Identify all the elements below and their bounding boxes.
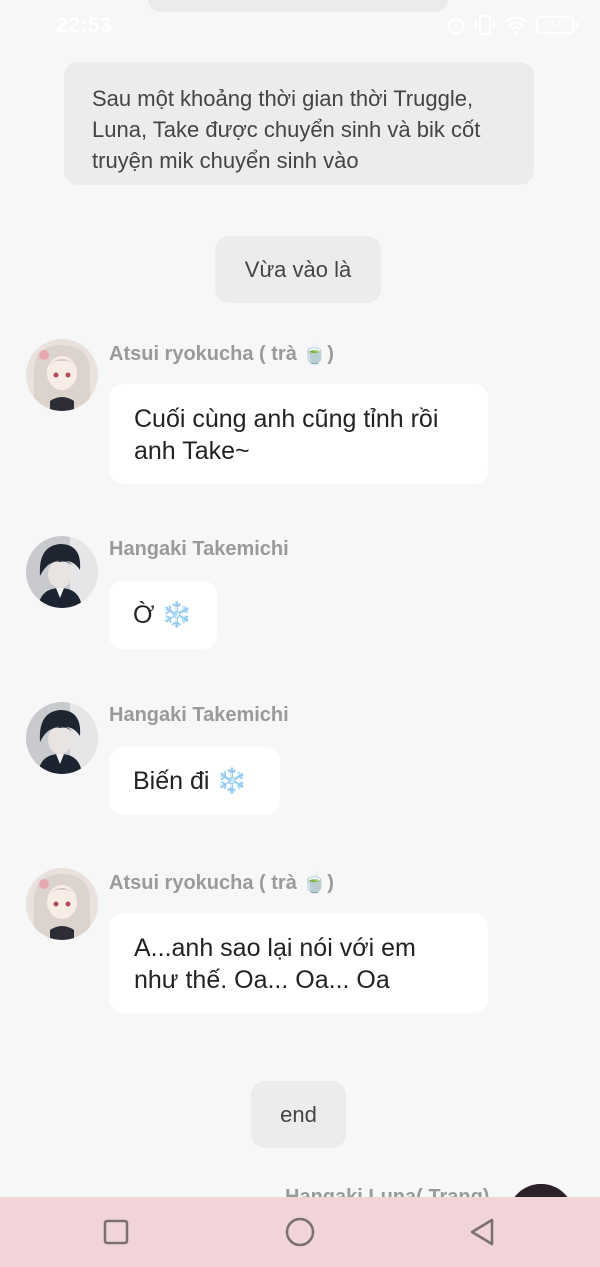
message-text: Cuối cùng anh cũng tỉnh rồi anh Take~ bbox=[134, 405, 439, 465]
status-icons: 37 bbox=[446, 14, 578, 36]
narration-end-text: end bbox=[280, 1102, 317, 1127]
sender-name: Atsui ryokucha ( trà 🍵) bbox=[109, 872, 334, 894]
vibrate-icon bbox=[474, 14, 496, 36]
home-button[interactable] bbox=[282, 1214, 318, 1250]
status-bar: 22:53 37 bbox=[0, 0, 600, 54]
anime-girl-avatar[interactable] bbox=[26, 339, 98, 411]
triangle-back-icon bbox=[470, 1218, 494, 1246]
sender-name: Atsui ryokucha ( trà 🍵) bbox=[109, 343, 334, 365]
message-bubble[interactable]: Ờ ❄️ bbox=[109, 581, 217, 649]
anime-girl-avatar[interactable] bbox=[26, 868, 98, 940]
back-button[interactable] bbox=[464, 1214, 500, 1250]
square-icon bbox=[103, 1219, 129, 1245]
narration-scene: Vừa vào là bbox=[215, 236, 381, 303]
narration-end: end bbox=[251, 1081, 346, 1148]
message-bubble[interactable]: A...anh sao lại nói với em như thế. Oa..… bbox=[109, 913, 488, 1013]
anime-boy-avatar[interactable] bbox=[26, 702, 98, 774]
message-bubble[interactable]: Biến đi ❄️ bbox=[109, 747, 280, 815]
status-time: 22:53 bbox=[56, 14, 113, 37]
wifi-icon bbox=[504, 15, 528, 35]
anime-boy-avatar[interactable] bbox=[26, 536, 98, 608]
message-text: Ờ ❄️ bbox=[133, 601, 193, 629]
sender-name: Hangaki Takemichi bbox=[109, 704, 289, 726]
battery-icon: 37 bbox=[536, 16, 578, 34]
message-text: A...anh sao lại nói với em như thế. Oa..… bbox=[134, 934, 416, 994]
battery-level: 37 bbox=[548, 19, 562, 31]
narration-scene-text: Vừa vào là bbox=[244, 257, 352, 282]
message-bubble[interactable]: Cuối cùng anh cũng tỉnh rồi anh Take~ bbox=[109, 384, 488, 484]
recent-apps-button[interactable] bbox=[98, 1214, 134, 1250]
narration-intro: Sau một khoảng thời gian thời Truggle, L… bbox=[64, 62, 534, 185]
circle-icon bbox=[285, 1217, 315, 1247]
navigation-bar bbox=[0, 1197, 600, 1267]
alarm-icon bbox=[446, 15, 466, 35]
message-text: Biến đi ❄️ bbox=[133, 767, 248, 795]
sender-name: Hangaki Takemichi bbox=[109, 538, 289, 560]
